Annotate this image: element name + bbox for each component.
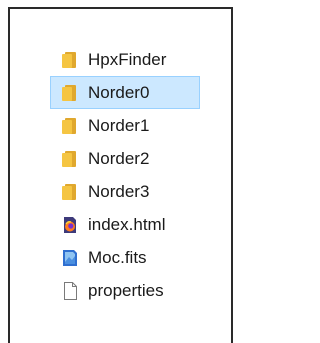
file-item-norder2[interactable]: Norder2 [50,142,200,175]
file-item-norder3[interactable]: Norder3 [50,175,200,208]
folder-icon [61,183,79,201]
file-item-norder0[interactable]: Norder0 [50,76,200,109]
folder-icon [61,84,79,102]
firefox-html-icon [61,216,79,234]
file-item-label: Norder1 [88,116,150,135]
file-item-label: index.html [88,215,166,234]
file-item-label: Norder3 [88,182,150,201]
file-item-label: properties [88,281,164,300]
file-list: HpxFinder Norder0 Norder1 Norder2 Norder… [50,43,200,307]
explorer-panel: HpxFinder Norder0 Norder1 Norder2 Norder… [8,7,233,343]
file-item-hpxfinder[interactable]: HpxFinder [50,43,200,76]
file-item-label: HpxFinder [88,50,167,69]
folder-icon [61,150,79,168]
file-item-moc-fits[interactable]: Moc.fits [50,241,200,274]
blank-file-icon [61,281,79,300]
folder-icon [61,117,79,135]
fits-file-icon [61,249,79,267]
file-item-label: Norder2 [88,149,150,168]
file-item-label: Norder0 [88,83,150,102]
file-item-properties[interactable]: properties [50,274,200,307]
folder-icon [61,51,79,69]
file-item-norder1[interactable]: Norder1 [50,109,200,142]
file-item-index-html[interactable]: index.html [50,208,200,241]
file-item-label: Moc.fits [88,248,147,267]
